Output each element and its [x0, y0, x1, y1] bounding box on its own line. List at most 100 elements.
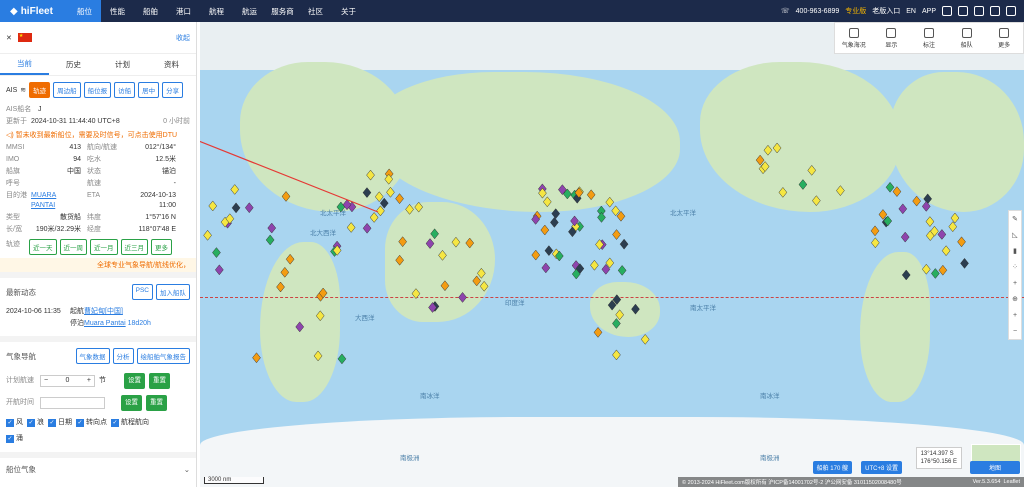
check-wind[interactable]: ✓ 风	[6, 418, 23, 428]
ship-marker[interactable]	[280, 266, 290, 278]
crosshair-icon[interactable]: +	[1009, 275, 1021, 291]
angle-icon[interactable]: ◺	[1009, 227, 1021, 243]
tool-weather[interactable]: 气象海况	[835, 23, 873, 53]
close-icon[interactable]: ✕	[6, 34, 12, 42]
ship-marker[interactable]	[477, 267, 486, 279]
ship-marker[interactable]	[425, 238, 435, 249]
report-button[interactable]: 船位报	[83, 82, 112, 98]
ship-marker[interactable]	[465, 237, 475, 249]
old-version-link[interactable]: 老版入口	[872, 6, 900, 16]
help-icon[interactable]	[990, 6, 1000, 16]
ship-marker[interactable]	[937, 229, 947, 240]
ship-marker[interactable]	[281, 191, 291, 202]
ship-marker[interactable]	[950, 212, 960, 224]
ship-marker[interactable]	[901, 269, 911, 281]
psc-button[interactable]: PSC	[131, 284, 153, 300]
ship-marker[interactable]	[938, 264, 948, 276]
ship-marker[interactable]	[369, 212, 379, 223]
ship-marker[interactable]	[430, 228, 439, 240]
ship-marker[interactable]	[772, 142, 782, 154]
ship-marker[interactable]	[957, 236, 966, 248]
ship-marker[interactable]	[479, 280, 489, 292]
dest-link[interactable]: MUARA PANTAI	[31, 191, 81, 211]
ship-marker[interactable]	[230, 184, 240, 195]
ship-marker[interactable]	[362, 222, 372, 234]
zoom-out-icon[interactable]: −	[1009, 323, 1021, 339]
ship-marker[interactable]	[912, 195, 921, 207]
nav-item-6[interactable]: 服务商	[266, 0, 299, 22]
position-weather-section[interactable]: 船位气象 ⌄	[0, 458, 196, 481]
nav-item-3[interactable]: 港口	[167, 0, 200, 22]
ship-marker[interactable]	[336, 201, 346, 213]
ship-marker[interactable]	[440, 280, 450, 292]
nav-item-4[interactable]: 航程	[200, 0, 233, 22]
ship-marker[interactable]	[871, 237, 880, 249]
start-time-input[interactable]	[40, 397, 105, 409]
track-1d[interactable]: 近一天	[29, 239, 57, 255]
ship-marker[interactable]	[208, 200, 218, 212]
ship-marker[interactable]	[763, 144, 773, 156]
event-port-link[interactable]: 曹妃甸[中国]	[84, 307, 123, 317]
tool-fleet[interactable]: 船队	[948, 23, 986, 53]
check-swell[interactable]: ✓ 涌	[6, 434, 23, 444]
ship-marker[interactable]	[551, 208, 561, 220]
ship-marker[interactable]	[531, 249, 541, 261]
ship-marker[interactable]	[458, 292, 467, 303]
join-fleet-button[interactable]: 加入船队	[156, 284, 190, 300]
visit-button[interactable]: 访船	[114, 82, 136, 98]
ship-marker[interactable]	[885, 181, 895, 193]
nav-item-0[interactable]: 船位	[68, 0, 101, 22]
nav-item-2[interactable]: 船舶	[134, 0, 167, 22]
ship-marker[interactable]	[892, 186, 902, 197]
ship-marker[interactable]	[376, 205, 385, 217]
user-icon[interactable]	[1006, 6, 1016, 16]
ship-count[interactable]: 船舶 170 艘	[812, 461, 852, 474]
ship-marker[interactable]	[451, 236, 461, 248]
nearby-button[interactable]: 周边船	[53, 82, 81, 98]
ship-marker[interactable]	[921, 263, 931, 275]
track-more[interactable]: 更多	[151, 239, 172, 255]
lang-link[interactable]: EN	[906, 8, 916, 15]
track-3m[interactable]: 近三月	[120, 239, 148, 255]
nav-item-5[interactable]: 航运	[233, 0, 266, 22]
ship-marker[interactable]	[405, 203, 414, 215]
ship-marker[interactable]	[605, 196, 615, 208]
speed-set-button[interactable]: 设置	[124, 373, 145, 389]
ship-marker[interactable]	[640, 333, 650, 345]
tab-info[interactable]: 资料	[147, 54, 196, 75]
ship-marker[interactable]	[807, 164, 817, 176]
ship-marker[interactable]	[252, 352, 261, 364]
ship-marker[interactable]	[900, 231, 910, 243]
map-view[interactable]: 北太平洋 北大西洋 印度洋 南太平洋 大西洋 北太平洋 南冰洋 南冰洋 南极洲 …	[200, 22, 1024, 487]
tool-display[interactable]: 显示	[873, 23, 911, 53]
ship-marker[interactable]	[898, 203, 908, 215]
ship-marker[interactable]	[612, 349, 621, 361]
check-turn[interactable]: ✓ 转向点	[76, 418, 107, 428]
ship-marker[interactable]	[542, 196, 552, 208]
ship-marker[interactable]	[960, 257, 969, 269]
ship-marker[interactable]	[374, 191, 384, 203]
check-route[interactable]: ✓ 航程航向	[111, 418, 149, 428]
wx-data-button[interactable]: 气象数据	[75, 348, 110, 364]
check-wave[interactable]: ✓ 浪	[27, 418, 44, 428]
ship-marker[interactable]	[215, 264, 224, 276]
tab-current[interactable]: 当前	[0, 54, 49, 75]
ship-marker[interactable]	[379, 197, 389, 209]
ship-marker[interactable]	[544, 245, 554, 257]
ship-marker[interactable]	[921, 200, 931, 212]
ship-marker[interactable]	[550, 217, 559, 228]
ship-marker[interactable]	[395, 193, 404, 205]
ship-marker[interactable]	[798, 179, 808, 190]
ship-marker[interactable]	[265, 234, 275, 246]
ship-marker[interactable]	[597, 212, 606, 223]
weather-promo[interactable]: 全球专业气象导航/航线优化，	[0, 258, 196, 272]
wx-report-button[interactable]: 绘船舶气象报告	[136, 348, 190, 364]
ship-marker[interactable]	[472, 275, 482, 287]
speed-reset-button[interactable]: 重置	[149, 373, 170, 389]
ship-marker[interactable]	[593, 326, 603, 338]
tool-mark[interactable]: 标注	[910, 23, 948, 53]
wx-analysis-button[interactable]: 分析	[112, 348, 134, 364]
check-date[interactable]: ✓ 日期	[48, 418, 72, 428]
zoom-in-icon[interactable]: +	[1009, 307, 1021, 323]
map-type-button[interactable]: 地图	[970, 461, 1020, 474]
